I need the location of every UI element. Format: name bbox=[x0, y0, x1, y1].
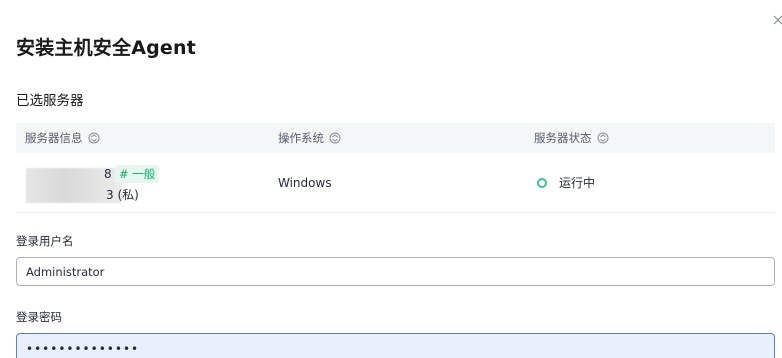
server-ip-suffix: 3 (私) bbox=[106, 188, 139, 202]
password-input[interactable] bbox=[16, 333, 775, 358]
password-label: 登录密码 bbox=[16, 310, 62, 324]
os-cell: Windows bbox=[278, 175, 332, 190]
close-icon bbox=[773, 15, 782, 25]
selected-servers-title: 已选服务器 bbox=[16, 93, 84, 109]
username-input[interactable] bbox=[16, 257, 775, 286]
selected-servers-table: 服务器信息 操作系统 服务器状态 8 # 一般 3 (私) Windows 运行… bbox=[16, 123, 775, 213]
dialog-title: 安装主机安全Agent bbox=[16, 37, 197, 59]
server-info-cell: 8 # 一般 3 (私) bbox=[16, 153, 269, 212]
table-header: 服务器信息 操作系统 服务器状态 bbox=[16, 123, 775, 153]
column-header-label: 操作系统 bbox=[278, 131, 324, 145]
status-running-icon bbox=[537, 177, 547, 188]
column-header-os[interactable]: 操作系统 bbox=[269, 123, 522, 153]
table-row[interactable]: 8 # 一般 3 (私) Windows 运行中 bbox=[16, 153, 775, 213]
username-label: 登录用户名 bbox=[16, 234, 74, 248]
server-name-suffix: 8 bbox=[104, 167, 112, 181]
importance-tag: # 一般 bbox=[115, 165, 160, 183]
column-header-server-info[interactable]: 服务器信息 bbox=[16, 123, 269, 153]
column-header-status[interactable]: 服务器状态 bbox=[522, 123, 775, 153]
status-cell: 运行中 bbox=[522, 174, 775, 191]
sort-icon[interactable] bbox=[88, 132, 100, 144]
sort-icon[interactable] bbox=[597, 132, 609, 144]
status-text: 运行中 bbox=[559, 176, 596, 190]
sort-icon[interactable] bbox=[329, 132, 341, 144]
column-header-label: 服务器状态 bbox=[534, 131, 592, 145]
close-button[interactable] bbox=[773, 12, 782, 28]
column-header-label: 服务器信息 bbox=[25, 131, 83, 145]
